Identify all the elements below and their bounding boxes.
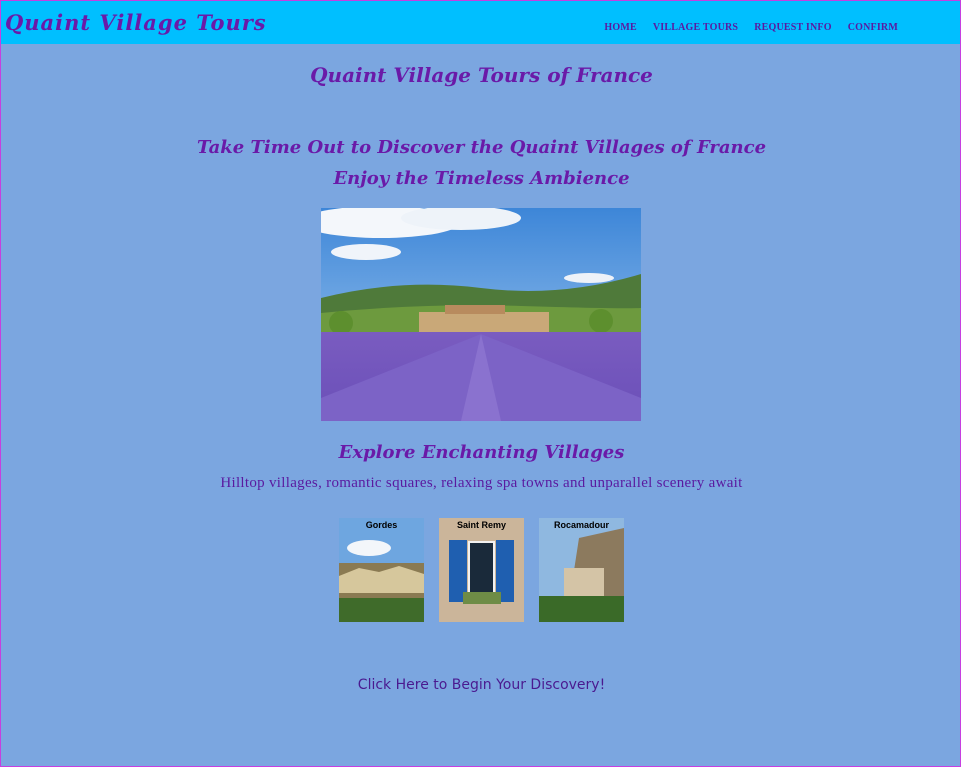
village-caption: Rocamadour: [553, 520, 609, 530]
nav-home-link[interactable]: HOME: [604, 22, 636, 33]
begin-discovery-link[interactable]: Click Here to Begin Your Discovery!: [1, 677, 961, 693]
village-thumb-rocamadour[interactable]: Rocamadour: [539, 518, 624, 622]
page-title: Quaint Village Tours of France: [310, 63, 653, 87]
village-caption: Saint Remy: [456, 520, 507, 530]
explore-heading: Explore Enchanting Villages: [338, 442, 625, 463]
nav-village-tours-link[interactable]: VILLAGE TOURS: [653, 22, 738, 33]
nav-confirm-link[interactable]: CONFIRM: [848, 22, 898, 33]
nav-request-info-link[interactable]: REQUEST INFO: [754, 22, 832, 33]
village-thumb-gordes[interactable]: Gordes: [339, 518, 424, 622]
top-navigation-bar: Quaint Village Tours HOME VILLAGE TOURS …: [1, 1, 960, 44]
main-nav: HOME VILLAGE TOURS REQUEST INFO CONFIRM: [604, 22, 898, 33]
tagline: Hilltop villages, romantic squares, rela…: [220, 475, 743, 491]
headline-ambience: Enjoy the Timeless Ambience: [333, 168, 630, 189]
headline-discover: Take Time Out to Discover the Quaint Vil…: [196, 137, 767, 158]
village-thumb-saint-remy[interactable]: Saint Remy: [439, 518, 524, 622]
hero-lavender-field-image: [321, 208, 641, 421]
village-thumbnails: Gordes Saint Remy Rocamadour: [339, 518, 624, 622]
village-caption: Gordes: [365, 520, 398, 530]
brand-logo[interactable]: Quaint Village Tours: [5, 10, 267, 35]
